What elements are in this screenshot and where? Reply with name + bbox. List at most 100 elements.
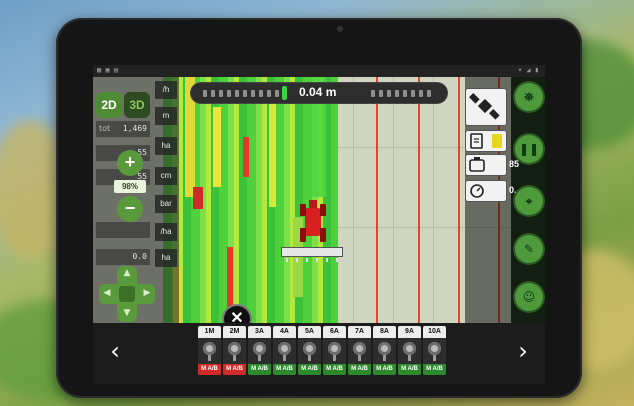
nozzle-ring bbox=[428, 342, 441, 355]
boom-tick bbox=[326, 258, 328, 262]
nozzle-tip bbox=[383, 355, 386, 361]
operator-icon[interactable]: ☺ bbox=[515, 283, 543, 311]
section-control[interactable]: 7A M A/B bbox=[348, 326, 371, 375]
nozzle-icon bbox=[398, 338, 421, 364]
section-control[interactable]: 10A M A/B bbox=[423, 326, 446, 375]
gauge-icon bbox=[470, 184, 484, 198]
lightbar-dash bbox=[371, 90, 375, 97]
zoom-in-button[interactable]: + bbox=[117, 150, 143, 176]
unit-label: /h bbox=[155, 81, 177, 99]
map-marker-icon[interactable]: ⌖ bbox=[515, 187, 543, 215]
section-control[interactable]: 8A M A/B bbox=[373, 326, 396, 375]
nozzle-ring bbox=[353, 342, 366, 355]
boom-tick bbox=[336, 258, 338, 262]
coverage-patch bbox=[269, 97, 276, 207]
nozzle-tip bbox=[433, 355, 436, 361]
unit-label: ha bbox=[155, 249, 177, 267]
section-mode-toggle[interactable]: M A/B bbox=[373, 364, 396, 375]
lightbar-dash bbox=[219, 90, 223, 97]
nozzle-ring bbox=[278, 342, 291, 355]
sprayer-icon[interactable]: ⛯ bbox=[515, 83, 543, 111]
tank-level[interactable] bbox=[466, 155, 506, 175]
pan-left-icon[interactable]: ◀ bbox=[101, 288, 113, 298]
view-2d-button[interactable]: 2D bbox=[96, 92, 122, 118]
section-mode-toggle[interactable]: M A/B bbox=[298, 364, 321, 375]
tablet-camera bbox=[337, 26, 343, 32]
section-control[interactable]: 5A M A/B bbox=[298, 326, 321, 375]
unit-label: ha bbox=[155, 137, 177, 155]
section-mode-toggle[interactable]: M A/B bbox=[198, 364, 221, 375]
nozzle-ring bbox=[303, 342, 316, 355]
nozzle-ring bbox=[253, 342, 266, 355]
nozzle-tip bbox=[283, 355, 286, 361]
pan-right-icon[interactable]: ▶ bbox=[141, 288, 153, 298]
coverage-patch bbox=[243, 137, 249, 177]
section-control[interactable]: 3A M A/B bbox=[248, 326, 271, 375]
section-label: 6A bbox=[323, 326, 346, 338]
guide-line bbox=[418, 77, 420, 323]
section-control[interactable]: 2M M A/B bbox=[223, 326, 246, 375]
zoom-level: 98% bbox=[114, 180, 146, 193]
pan-down-icon[interactable]: ▼ bbox=[121, 308, 133, 318]
section-label: 10A bbox=[423, 326, 446, 338]
section-mode-toggle[interactable]: M A/B bbox=[398, 364, 421, 375]
lightbar-dash bbox=[379, 90, 383, 97]
grid-line bbox=[353, 77, 354, 323]
gauge-readout[interactable] bbox=[466, 181, 506, 201]
section-label: 7A bbox=[348, 326, 371, 338]
lightbar-dash bbox=[259, 90, 263, 97]
lightbar-dash bbox=[267, 90, 271, 97]
stat-value: 0.0 bbox=[132, 252, 147, 261]
nozzle-icon bbox=[248, 338, 271, 364]
unit-label: cm bbox=[155, 167, 177, 185]
pan-up-icon[interactable]: ▲ bbox=[121, 268, 133, 278]
lightbar-dash bbox=[395, 90, 399, 97]
guide-line bbox=[458, 77, 460, 323]
task-info[interactable] bbox=[466, 131, 506, 151]
nozzle-ring bbox=[203, 342, 216, 355]
section-control[interactable]: 9A M A/B bbox=[398, 326, 421, 375]
nozzle-icon bbox=[323, 338, 346, 364]
next-page-button[interactable]: › bbox=[509, 337, 537, 365]
section-mode-toggle[interactable]: M A/B bbox=[323, 364, 346, 375]
gps-status[interactable] bbox=[466, 89, 506, 125]
nozzle-tip bbox=[233, 355, 236, 361]
section-mode-toggle[interactable]: M A/B bbox=[223, 364, 246, 375]
lightbar-dash bbox=[427, 90, 431, 97]
section-control[interactable]: 4A M A/B bbox=[273, 326, 296, 375]
nozzle-icon bbox=[298, 338, 321, 364]
grid-line bbox=[433, 77, 434, 323]
prev-page-button[interactable]: ‹ bbox=[101, 337, 129, 365]
pan-dpad[interactable]: ▲ ▼ ◀ ▶ bbox=[99, 266, 155, 322]
section-control[interactable]: 6A M A/B bbox=[323, 326, 346, 375]
tractor-icon bbox=[300, 200, 326, 242]
dpad-center[interactable] bbox=[119, 286, 135, 302]
coverage-patch bbox=[193, 187, 203, 209]
nozzle-icon bbox=[373, 338, 396, 364]
guidance-lightbar: 0.04 m bbox=[191, 83, 447, 103]
lightbar-dash bbox=[227, 90, 231, 97]
stat-row bbox=[96, 222, 150, 238]
lightbar-center-indicator bbox=[282, 86, 287, 100]
zoom-out-button[interactable]: − bbox=[117, 196, 143, 222]
stat-row: 0.0 bbox=[96, 249, 150, 265]
nozzle-icon bbox=[223, 338, 246, 364]
nozzle-ring bbox=[228, 342, 241, 355]
section-control[interactable]: 1M M A/B bbox=[198, 326, 221, 375]
guide-line bbox=[376, 77, 378, 323]
section-mode-toggle[interactable]: M A/B bbox=[423, 364, 446, 375]
tablet-frame: ▦ ▣ ▤ ▾ ◢ ▮ 0.04 m 2D 3D tot 1,469 55 55… bbox=[56, 18, 582, 398]
section-mode-toggle[interactable]: M A/B bbox=[348, 364, 371, 375]
stat-value: 1,469 bbox=[122, 124, 147, 133]
nozzle-icon[interactable]: ✎ bbox=[515, 235, 543, 263]
lightbar-dash bbox=[203, 90, 207, 97]
pause-icon[interactable]: ❚❚ bbox=[515, 135, 543, 163]
coverage-patch bbox=[227, 247, 233, 307]
nozzle-ring bbox=[378, 342, 391, 355]
section-label: 1M bbox=[198, 326, 221, 338]
unit-label: /ha bbox=[155, 223, 177, 241]
section-mode-toggle[interactable]: M A/B bbox=[248, 364, 271, 375]
view-3d-button[interactable]: 3D bbox=[124, 92, 150, 118]
section-mode-toggle[interactable]: M A/B bbox=[273, 364, 296, 375]
nozzle-icon bbox=[273, 338, 296, 364]
